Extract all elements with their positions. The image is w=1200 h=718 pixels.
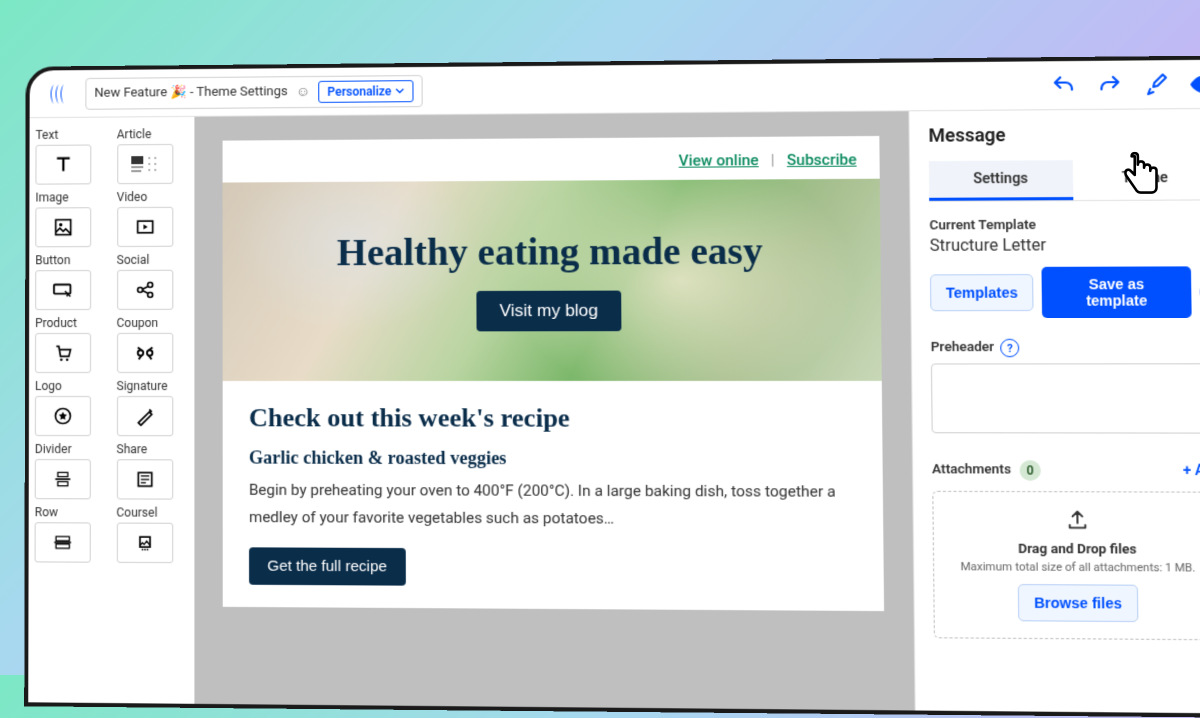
preview-button[interactable] — [1190, 70, 1200, 97]
block-label: Logo — [35, 379, 107, 393]
subject-text: New Feature 🎉 - Theme Settings — [94, 84, 287, 101]
block-product: Product — [35, 316, 107, 373]
section-title: Check out this week's recipe — [249, 403, 855, 434]
recipe-section[interactable]: Check out this week's recipe Garlic chic… — [223, 381, 884, 611]
chevron-down-icon — [395, 86, 404, 95]
message-panel: Message Settings Theme Current Template … — [908, 109, 1200, 714]
block-logo: Logo — [35, 379, 107, 436]
block-article: Article — [117, 127, 189, 184]
text-block-tile[interactable] — [35, 145, 91, 185]
pipe-divider: | — [771, 151, 775, 169]
block-video: Video — [117, 190, 189, 247]
templates-button[interactable]: Templates — [930, 274, 1034, 311]
panel-tabs: Settings Theme — [929, 159, 1200, 202]
block-carousel: Coursel — [116, 505, 188, 563]
product-block-tile[interactable] — [35, 333, 91, 373]
attachments-dropzone[interactable]: Drag and Drop files Maximum total size o… — [932, 491, 1200, 641]
dropzone-subtitle: Maximum total size of all attachments: 1… — [951, 560, 1200, 575]
block-label: Row — [35, 505, 107, 519]
preheader-label: Preheader — [931, 339, 994, 354]
block-label: Divider — [35, 442, 107, 456]
divider-block-tile[interactable] — [35, 459, 91, 499]
save-as-template-button[interactable]: Save as template — [1042, 266, 1192, 318]
visit-blog-button[interactable]: Visit my blog — [477, 291, 621, 332]
hero-section[interactable]: Healthy eating made easy Visit my blog — [223, 179, 882, 381]
block-label: Signature — [117, 379, 189, 393]
help-icon[interactable]: ? — [1000, 339, 1019, 358]
block-image: Image — [35, 190, 106, 247]
block-label: Share — [116, 442, 188, 456]
image-block-tile[interactable] — [35, 207, 91, 247]
block-coupon: Coupon — [117, 316, 189, 373]
block-label: Social — [117, 253, 189, 267]
browse-files-button[interactable]: Browse files — [1018, 584, 1138, 622]
undo-button[interactable] — [1051, 73, 1077, 98]
emoji-icon[interactable]: ☺ — [296, 83, 310, 100]
recipe-body: Begin by preheating your oven to 400°F (… — [249, 477, 856, 534]
block-label: Image — [35, 190, 106, 204]
block-social: Social — [117, 253, 189, 310]
coupon-block-tile[interactable] — [117, 333, 173, 373]
current-template-label: Current Template — [929, 217, 1200, 234]
device-frame: New Feature 🎉 - Theme Settings ☺ Persona… — [24, 55, 1200, 717]
editor-canvas: View online | Subscribe Healthy eating m… — [194, 111, 914, 710]
block-divider: Divider — [35, 442, 107, 499]
block-button: Button — [35, 253, 107, 310]
block-label: Coursel — [116, 505, 188, 519]
block-row: Row — [35, 505, 107, 563]
block-label: Button — [35, 253, 106, 267]
panel-title: Message — [928, 123, 1200, 147]
dropzone-title: Drag and Drop files — [951, 541, 1200, 558]
button-block-tile[interactable] — [35, 270, 91, 310]
hero-title: Healthy eating made easy — [337, 229, 763, 275]
view-online-link[interactable]: View online — [679, 151, 759, 170]
current-template-name: Structure Letter — [930, 234, 1200, 255]
logo-block-tile[interactable] — [35, 396, 91, 436]
email-preview: View online | Subscribe Healthy eating m… — [223, 136, 885, 611]
upload-icon — [1065, 509, 1089, 532]
block-label: Product — [35, 316, 106, 330]
subscribe-link[interactable]: Subscribe — [787, 150, 857, 169]
block-label: Text — [36, 128, 107, 142]
topbar: New Feature 🎉 - Theme Settings ☺ Persona… — [30, 60, 1200, 119]
block-signature: Signature — [116, 379, 188, 436]
block-label: Coupon — [117, 316, 189, 330]
block-share: Share — [116, 442, 188, 499]
carousel-block-tile[interactable] — [116, 523, 172, 564]
row-block-tile[interactable] — [35, 522, 91, 562]
share-block-tile[interactable] — [116, 459, 172, 499]
preheader-input[interactable] — [931, 363, 1200, 433]
block-label: Video — [117, 190, 189, 204]
tab-settings[interactable]: Settings — [929, 160, 1073, 201]
redo-button[interactable] — [1097, 72, 1123, 97]
app-logo[interactable] — [46, 80, 74, 108]
recipe-title: Garlic chicken & roasted veggies — [249, 447, 855, 470]
video-block-tile[interactable] — [117, 207, 173, 247]
signature-block-tile[interactable] — [116, 396, 172, 436]
personalize-button[interactable]: Personalize — [318, 80, 413, 103]
full-recipe-button[interactable]: Get the full recipe — [249, 547, 405, 585]
tab-theme[interactable]: Theme — [1072, 159, 1200, 200]
attachments-label: Attachments — [932, 462, 1011, 478]
blocks-panel: Text Article Image Video Button Social Product… — [28, 117, 194, 704]
social-block-tile[interactable] — [117, 270, 173, 310]
block-label: Article — [117, 127, 189, 141]
article-block-tile[interactable] — [117, 144, 173, 184]
add-attachment-button[interactable]: + Add — [1183, 463, 1200, 480]
brush-button[interactable] — [1144, 72, 1170, 97]
block-text: Text — [35, 128, 106, 185]
subject-line-field[interactable]: New Feature 🎉 - Theme Settings ☺ Persona… — [85, 75, 423, 110]
email-header-links: View online | Subscribe — [223, 136, 880, 183]
attachments-count: 0 — [1019, 460, 1040, 481]
